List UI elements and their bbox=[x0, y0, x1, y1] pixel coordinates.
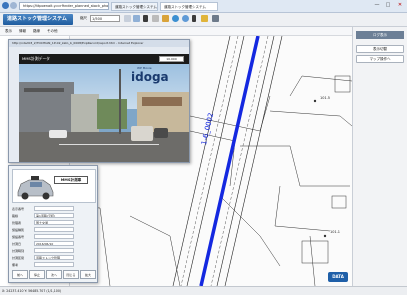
vehicle-image-box bbox=[12, 169, 96, 203]
back-icon[interactable] bbox=[2, 2, 9, 9]
building-roof bbox=[142, 97, 182, 106]
building-mid bbox=[71, 94, 99, 134]
car bbox=[49, 130, 67, 138]
status-bar: X: 24237.410 Y: 56485.707 (1/1,100) bbox=[0, 286, 407, 295]
field-row: 表示番号 bbox=[12, 206, 96, 212]
vehicle-panel[interactable]: MMS計測車 表示番号 路線 第1道路(元町) 管理者 国土交通 施設種別 施設番号… bbox=[8, 165, 98, 283]
menu-view[interactable]: 表示 bbox=[3, 28, 14, 35]
video-window[interactable]: http://ndsd03_2/TOCHIAN_1P-02_kato_b_000… bbox=[8, 39, 190, 163]
field-row: 備考 bbox=[12, 262, 96, 268]
field-row: 計測時刻 bbox=[12, 248, 96, 254]
right-panel-header: ログ表示 bbox=[356, 31, 404, 39]
close-button[interactable]: ✕ bbox=[395, 1, 405, 9]
grid-icon[interactable] bbox=[124, 15, 131, 22]
frame-number-field[interactable]: 10.000 bbox=[159, 56, 184, 62]
stop-button[interactable]: 停止 bbox=[29, 270, 45, 279]
zoom-in-icon[interactable] bbox=[172, 15, 179, 22]
street-view-frame[interactable]: WP Movie idoga bbox=[19, 64, 189, 162]
menu-info[interactable]: 情報 bbox=[17, 28, 28, 35]
field-value[interactable]: 第1道路(元町) bbox=[34, 213, 74, 218]
browser-titlebar: https://ittpoenait.y.ccrfhnder_planned_s… bbox=[0, 0, 407, 13]
map-point-marker[interactable] bbox=[323, 234, 327, 238]
field-row: 計測区間 道路ストック管理 bbox=[12, 255, 96, 261]
toggle-display-button[interactable]: 表示切替 bbox=[356, 45, 404, 53]
field-value[interactable]: 道路ストック管理 bbox=[34, 255, 74, 260]
address-bar[interactable]: https://ittpoenait.y.ccrfhnder_planned_s… bbox=[19, 2, 109, 10]
video-window-title: http://ndsd03_2/TOCHIAN_1P-02_kato_b_000… bbox=[9, 40, 189, 47]
right-panel: ログ表示 表示切替 マップ操作へ bbox=[352, 27, 407, 286]
prev-button[interactable]: 前へ bbox=[12, 270, 28, 279]
zoom-button[interactable]: 拡大 bbox=[80, 270, 96, 279]
route-line[interactable] bbox=[199, 36, 260, 286]
next-button[interactable]: 次へ bbox=[46, 270, 62, 279]
field-value[interactable] bbox=[34, 262, 74, 267]
point-label: 101.5 bbox=[320, 96, 331, 100]
menu-other[interactable]: その他 bbox=[45, 28, 60, 35]
pen-icon[interactable] bbox=[192, 15, 196, 22]
field-value[interactable] bbox=[34, 206, 74, 211]
field-row: 施設種別 bbox=[12, 227, 96, 233]
vehicle-title: MMS計測車 bbox=[54, 176, 88, 184]
pointer-icon[interactable] bbox=[143, 15, 148, 22]
color-icon[interactable] bbox=[201, 15, 208, 22]
car-icon bbox=[17, 176, 54, 200]
menu-bar: 表示 情報 路線 その他 bbox=[0, 27, 407, 36]
road-marking bbox=[59, 144, 159, 145]
field-value[interactable] bbox=[34, 227, 74, 232]
layer-icon[interactable] bbox=[133, 15, 140, 22]
field-row: 管理者 国土交通 bbox=[12, 220, 96, 226]
tab-2[interactable]: 道路ストック管理システム bbox=[160, 2, 218, 11]
map-logo: DATA bbox=[328, 272, 348, 282]
field-value[interactable] bbox=[34, 234, 74, 239]
forward-icon[interactable] bbox=[10, 2, 17, 9]
map-point-marker[interactable] bbox=[313, 99, 317, 103]
pan-icon[interactable] bbox=[152, 15, 159, 22]
field-value[interactable]: 2016/06/10 bbox=[34, 241, 74, 246]
scale-select[interactable]: 1/500 bbox=[90, 15, 120, 22]
map-operation-button[interactable]: マップ操作へ bbox=[356, 55, 404, 63]
measure-icon[interactable] bbox=[162, 15, 169, 22]
scale-label: 縮尺 bbox=[80, 16, 87, 20]
menu-route[interactable]: 路線 bbox=[31, 28, 42, 35]
minimize-button[interactable]: — bbox=[372, 1, 382, 9]
brand-logo: idoga bbox=[131, 70, 169, 84]
field-value[interactable]: 国土交通 bbox=[34, 220, 74, 225]
zoom-out-icon[interactable] bbox=[182, 15, 189, 22]
field-row: 計測日 2016/06/10 bbox=[12, 241, 96, 247]
app-title: 道路ストック管理システム bbox=[3, 14, 73, 25]
close-panel-button[interactable]: 閉じる bbox=[63, 270, 79, 279]
point-label: 101.1 bbox=[330, 230, 341, 234]
car bbox=[154, 128, 168, 138]
field-row: 施設番号 bbox=[12, 234, 96, 240]
tab-1[interactable]: 道路ストック管理システム bbox=[111, 2, 158, 11]
app-header: 道路ストック管理システム 縮尺 1/500 bbox=[0, 13, 407, 27]
tree-mid bbox=[97, 99, 127, 129]
building-sign bbox=[24, 88, 64, 92]
maximize-button[interactable]: □ bbox=[383, 1, 393, 9]
car bbox=[131, 126, 153, 141]
field-value[interactable] bbox=[34, 248, 74, 253]
field-row: 路線 第1道路(元町) bbox=[12, 213, 96, 219]
print-icon[interactable] bbox=[212, 15, 219, 22]
utility-pole bbox=[119, 69, 121, 134]
